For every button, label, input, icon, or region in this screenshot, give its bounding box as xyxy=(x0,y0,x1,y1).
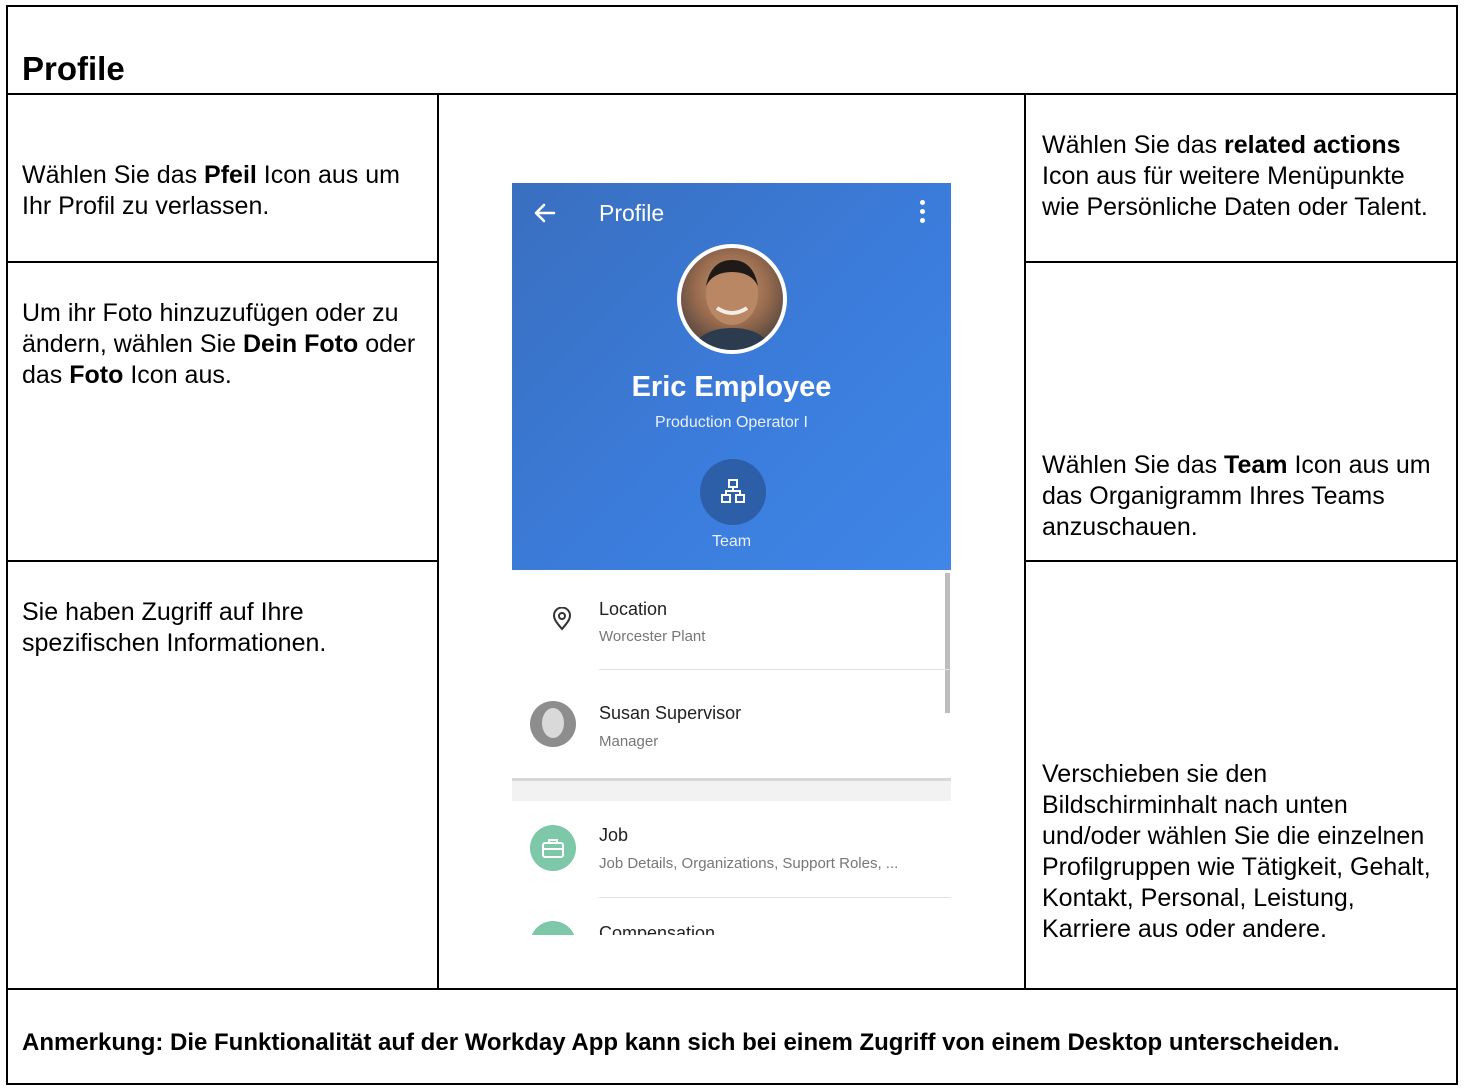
left-instruction-info: Sie haben Zugriff auf Ihre spezifischen … xyxy=(22,598,327,657)
location-pin-icon xyxy=(552,607,572,631)
profile-photo[interactable] xyxy=(677,244,787,354)
left-instruction-photo: Um ihr Foto hinzuzufügen oder zu ändern,… xyxy=(22,298,422,391)
team-label: Team xyxy=(711,533,752,550)
photo-image xyxy=(681,248,783,350)
header-title: Profile xyxy=(599,200,665,226)
section-separator xyxy=(512,778,951,801)
team-button[interactable] xyxy=(700,459,766,525)
bold-term-foto: Foto xyxy=(69,361,124,389)
right-instruction-scroll: Verschieben sie den Bildschirminhalt nac… xyxy=(1042,760,1431,943)
manager-avatar xyxy=(530,701,576,747)
row-divider xyxy=(599,669,951,670)
row-subtitle: Worcester Plant xyxy=(599,628,706,645)
compensation-icon-circle xyxy=(530,921,576,935)
left-rule-1 xyxy=(6,261,438,263)
scrollbar[interactable] xyxy=(945,573,950,713)
page-title: Profile xyxy=(22,50,125,87)
more-vert-icon[interactable] xyxy=(912,200,932,228)
profile-header: Profile Eric Employee Production Operato… xyxy=(512,183,951,570)
text-run: Wählen Sie das xyxy=(1042,131,1225,159)
row-title: Susan Supervisor xyxy=(599,703,742,723)
phone-screenshot: Profile Eric Employee Production Operato… xyxy=(512,183,951,935)
text-run: Icon aus. xyxy=(123,361,232,389)
job-icon-circle xyxy=(530,825,576,871)
right-rule-1 xyxy=(1025,261,1458,263)
left-rule-2 xyxy=(6,560,438,562)
employee-name: Eric Employee xyxy=(631,371,832,403)
right-instruction-related-actions: Wählen Sie das related actions Icon aus … xyxy=(1042,130,1442,223)
col-rule-left xyxy=(437,93,439,990)
right-rule-2 xyxy=(1025,560,1458,562)
bold-term-pfeil: Pfeil xyxy=(204,161,257,189)
row-title: Location xyxy=(599,599,668,619)
employee-role: Production Operator I xyxy=(655,414,808,431)
bold-term-team: Team xyxy=(1224,451,1288,479)
back-arrow-icon[interactable] xyxy=(532,198,558,228)
table-top-rule xyxy=(6,93,1458,95)
row-title: Job xyxy=(599,825,629,845)
right-instruction-team: Wählen Sie das Team Icon aus um das Orga… xyxy=(1042,450,1442,543)
table-bottom-rule xyxy=(6,988,1458,990)
row-title: Compensation xyxy=(599,923,716,935)
left-instruction-back: Wählen Sie das Pfeil Icon aus um Ihr Pro… xyxy=(22,160,422,222)
row-subtitle: Job Details, Organizations, Support Role… xyxy=(599,855,899,872)
footnote: Anmerkung: Die Funktionalität auf der Wo… xyxy=(22,1029,1340,1056)
bold-term-dein-foto: Dein Foto xyxy=(242,330,359,358)
bold-term-related-actions: related actions xyxy=(1224,131,1401,159)
row-subtitle: Manager xyxy=(599,733,659,750)
text-run: Wählen Sie das xyxy=(1042,451,1225,479)
text-run: Icon aus für weitere Menüpunkte wie Pers… xyxy=(1042,162,1428,221)
person-placeholder-icon xyxy=(542,708,564,738)
team-org-icon xyxy=(721,479,745,503)
col-rule-right xyxy=(1024,93,1026,990)
briefcase-icon xyxy=(542,839,564,858)
text-run: Wählen Sie das xyxy=(22,161,205,189)
row-divider xyxy=(599,897,951,898)
